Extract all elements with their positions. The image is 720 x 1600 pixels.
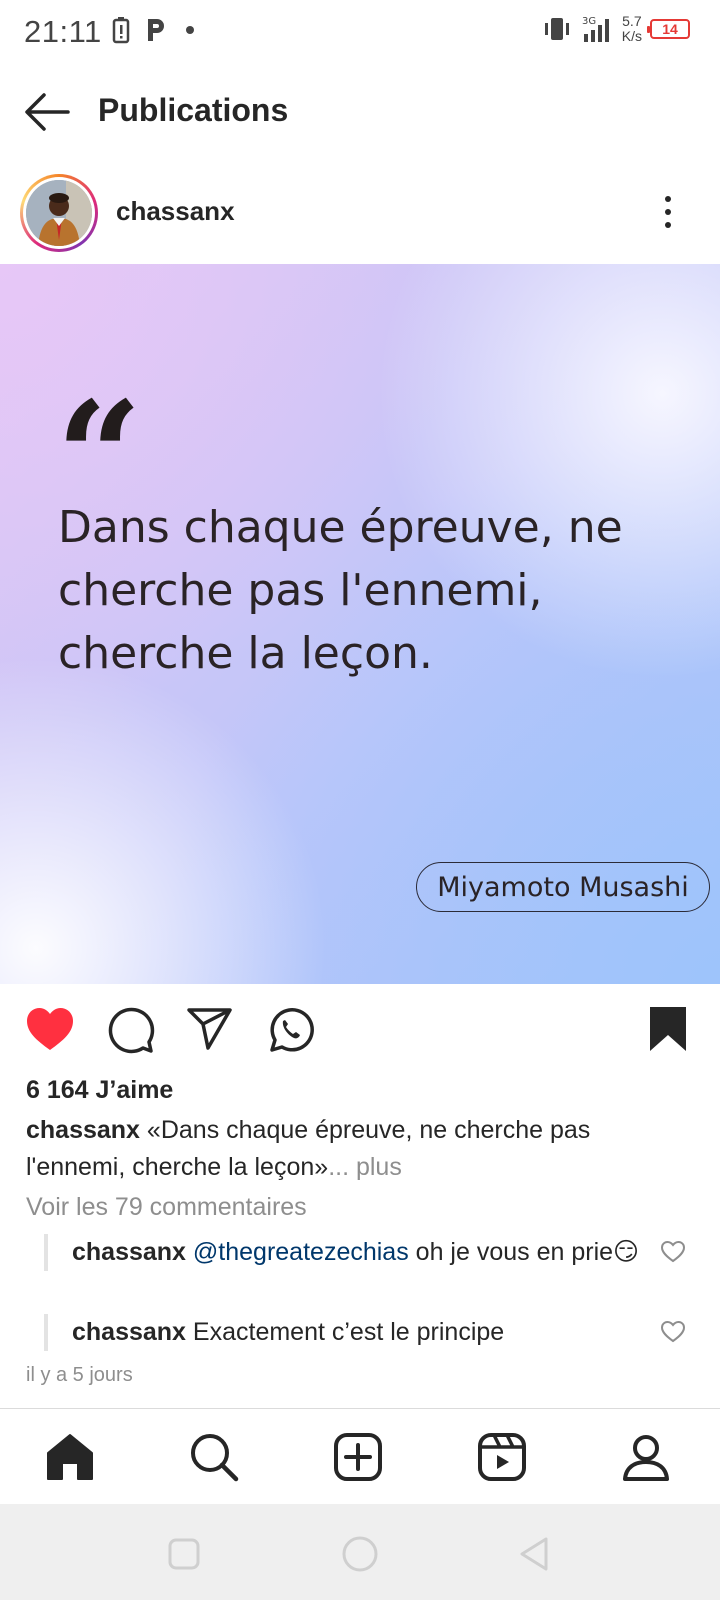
speed-value: 5.7 xyxy=(622,13,642,29)
bookmark-filled-icon[interactable] xyxy=(642,1004,694,1056)
caption-more-link[interactable]: ... plus xyxy=(328,1153,402,1181)
search-icon[interactable] xyxy=(186,1429,242,1485)
post-image[interactable]: “ Dans chaque épreuve, ne cherche pas l'… xyxy=(0,264,720,984)
battery-saver-icon xyxy=(112,17,130,44)
more-options-icon[interactable] xyxy=(656,192,680,232)
view-comments-link[interactable]: Voir les 79 commentaires xyxy=(26,1193,307,1222)
person-photo-icon xyxy=(26,180,92,246)
avatar-photo xyxy=(26,180,92,246)
comment-username[interactable]: chassanx xyxy=(72,1318,186,1346)
share-icon[interactable] xyxy=(184,1004,236,1056)
network-speed: 5.7 K/s xyxy=(622,14,642,44)
post-actions xyxy=(0,994,720,1066)
post-timestamp: il y a 5 jours xyxy=(26,1364,133,1386)
comment-mention[interactable]: @thegreatezechias xyxy=(193,1238,409,1266)
status-notification-icons xyxy=(112,16,198,44)
dot-icon xyxy=(186,26,194,34)
comment-text: oh je vous en prie xyxy=(415,1238,614,1266)
comment-text: Exactement c’est le principe xyxy=(192,1318,505,1346)
system-navigation-bar xyxy=(0,1504,720,1600)
reels-icon[interactable] xyxy=(474,1429,530,1485)
status-time: 21:11 xyxy=(24,14,102,49)
back-arrow-icon[interactable] xyxy=(22,90,72,134)
whatsapp-icon[interactable] xyxy=(264,1004,316,1056)
post-username[interactable]: chassanx xyxy=(116,196,235,227)
speed-unit: K/s xyxy=(621,28,642,44)
recents-icon[interactable] xyxy=(164,1534,204,1574)
profile-icon[interactable] xyxy=(618,1429,674,1485)
smirk-emoji: 😏 xyxy=(613,1238,640,1266)
comment-like-icon[interactable] xyxy=(660,1240,686,1264)
comment-item: chassanx Exactement c’est le principe xyxy=(44,1314,684,1351)
home-icon[interactable] xyxy=(42,1429,98,1485)
vibrate-icon xyxy=(544,18,569,40)
svg-text:3G: 3G xyxy=(582,16,596,27)
create-icon[interactable] xyxy=(330,1429,386,1485)
post-caption[interactable]: chassanx «Dans chaque épreuve, ne cherch… xyxy=(26,1112,686,1186)
post-header: chassanx xyxy=(0,168,720,262)
bottom-navigation xyxy=(0,1408,720,1504)
comment-username[interactable]: chassanx xyxy=(72,1238,186,1266)
home-circle-icon[interactable] xyxy=(340,1534,380,1574)
quote-text: Dans chaque épreuve, ne cherche pas l'en… xyxy=(58,502,623,679)
back-triangle-icon[interactable] xyxy=(516,1534,556,1574)
battery-level: 14 xyxy=(662,21,678,37)
comment-item: chassanx @thegreatezechias oh je vous en… xyxy=(44,1234,684,1271)
caption-username[interactable]: chassanx xyxy=(26,1116,140,1144)
status-bar: 21:11 3G 5.7 K/s 14 xyxy=(0,0,720,66)
quote-author: Miyamoto Musashi xyxy=(437,871,689,903)
status-system-icons: 3G 5.7 K/s 14 xyxy=(542,14,690,44)
battery-indicator: 14 xyxy=(647,19,690,39)
page-title: Publications xyxy=(98,92,289,128)
signal-3g-icon: 3G xyxy=(582,16,609,42)
heart-filled-icon[interactable] xyxy=(24,1004,76,1056)
quote-author-pill: Miyamoto Musashi xyxy=(416,862,710,912)
avatar[interactable] xyxy=(20,174,98,252)
likes-count[interactable]: 6 164 J’aime xyxy=(26,1076,173,1105)
comment-icon[interactable] xyxy=(104,1004,156,1056)
top-header: Publications xyxy=(0,70,720,154)
parking-app-icon xyxy=(148,19,164,41)
comment-like-icon[interactable] xyxy=(660,1320,686,1344)
